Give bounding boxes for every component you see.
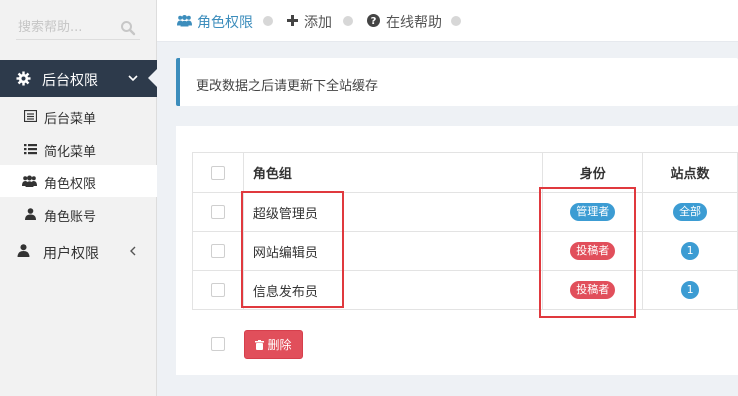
trash-icon [255, 340, 265, 350]
sidebar-group-user-permissions[interactable]: 用户权限 [0, 234, 157, 268]
table-header-row: 角色组 身份 站点数 [192, 152, 738, 193]
breadcrumb-label: 在线帮助 [386, 15, 442, 31]
sidebar-item-simple-menu[interactable]: 简化菜单 [0, 133, 157, 165]
gear-icon [16, 71, 31, 86]
site-count-badge: 全部 [673, 203, 708, 221]
delete-button[interactable]: 删除 [244, 330, 303, 359]
sidebar-group-label: 后台权限 [42, 73, 98, 89]
user-icon [25, 208, 36, 220]
sidebar-item-label: 角色账号 [44, 210, 97, 225]
question-circle-icon: ? [367, 14, 380, 27]
identity-badge: 管理者 [570, 203, 616, 221]
users-icon [177, 15, 192, 27]
list-icon [24, 144, 37, 155]
user-icon [17, 244, 30, 257]
header-site-count: 站点数 [642, 152, 738, 193]
identity-badge: 投稿者 [570, 281, 616, 299]
callout-text: 更改数据之后请更新下全站缓存 [196, 79, 379, 94]
sites-cell: 1 [642, 231, 738, 271]
identity-cell: 管理者 [542, 192, 644, 232]
sites-cell: 1 [642, 270, 738, 310]
row-checkbox[interactable] [210, 244, 225, 258]
separator-dot [343, 16, 353, 26]
search-input[interactable] [18, 16, 114, 38]
header-identity: 身份 [542, 152, 644, 193]
sidebar-item-label: 简化菜单 [44, 145, 97, 160]
select-all-checkbox[interactable] [210, 165, 225, 180]
sidebar: 后台权限 后台菜单 简化菜单 [0, 0, 158, 396]
sidebar-item-backend-menu[interactable]: 后台菜单 [0, 100, 157, 132]
info-callout: 更改数据之后请更新下全站缓存 [176, 58, 738, 106]
roles-panel: 角色组 身份 站点数 超级管理员 管理者 全部 网站编辑员 投稿者 1 信息发布… [176, 126, 738, 375]
table-row[interactable]: 超级管理员 管理者 全部 [192, 192, 738, 232]
plus-icon [287, 15, 298, 26]
table-row[interactable]: 信息发布员 投稿者 1 [192, 270, 738, 310]
role-name[interactable]: 超级管理员 [242, 192, 544, 232]
search-icon[interactable] [120, 20, 136, 36]
row-checkbox-cell [192, 270, 244, 310]
sidebar-search [16, 16, 140, 40]
users-icon [22, 175, 37, 187]
list-alt-icon [24, 110, 37, 122]
chevron-left-icon [130, 246, 136, 256]
sidebar-item-role-permissions[interactable]: 角色权限 [0, 165, 157, 197]
sidebar-item-label: 后台菜单 [44, 112, 97, 127]
header-role-group: 角色组 [242, 152, 544, 193]
sidebar-item-role-accounts[interactable]: 角色账号 [0, 198, 157, 230]
role-name[interactable]: 网站编辑员 [242, 231, 544, 271]
chevron-down-icon [128, 75, 138, 82]
row-checkbox[interactable] [210, 283, 225, 297]
breadcrumb-label: 添加 [304, 15, 332, 31]
header-checkbox-cell [192, 152, 244, 193]
delete-label: 删除 [267, 338, 292, 352]
active-pointer [148, 68, 158, 88]
row-checkbox[interactable] [210, 205, 225, 219]
sidebar-item-label: 角色权限 [44, 177, 97, 192]
identity-cell: 投稿者 [542, 231, 644, 271]
table-row[interactable]: 网站编辑员 投稿者 1 [192, 231, 738, 271]
row-checkbox-cell [192, 192, 244, 232]
identity-badge: 投稿者 [570, 242, 616, 260]
bulk-select-checkbox[interactable] [211, 337, 225, 351]
site-count-badge: 1 [681, 281, 700, 299]
role-name[interactable]: 信息发布员 [242, 270, 544, 310]
sidebar-group-label: 用户权限 [43, 246, 99, 262]
site-count-badge: 1 [681, 242, 700, 260]
separator-dot [451, 16, 461, 26]
row-checkbox-cell [192, 231, 244, 271]
sites-cell: 全部 [642, 192, 738, 232]
breadcrumb: 角色权限 添加 ? 在线帮助 [157, 0, 738, 42]
separator-dot [263, 16, 273, 26]
breadcrumb-label: 角色权限 [197, 15, 253, 31]
sidebar-group-admin-permissions[interactable]: 后台权限 [0, 60, 158, 97]
roles-table: 角色组 身份 站点数 超级管理员 管理者 全部 网站编辑员 投稿者 1 信息发布… [192, 152, 738, 310]
svg-text:?: ? [371, 16, 377, 27]
identity-cell: 投稿者 [542, 270, 644, 310]
